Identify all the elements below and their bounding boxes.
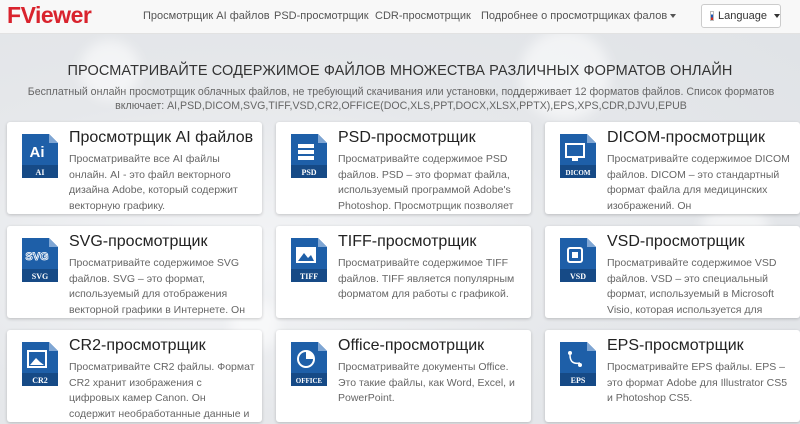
card-title[interactable]: DICOM-просмотрщик [607, 129, 765, 147]
top-navbar: FViewer Просмотрщик AI файлов PSD-просмо… [0, 0, 800, 34]
svg-text:SVG: SVG [25, 251, 48, 263]
viewer-card[interactable]: PSD PSD-просмотрщик Просматривайте содер… [276, 122, 531, 214]
caret-down-icon [774, 14, 780, 18]
dicom-file-icon[interactable]: DICOM [557, 132, 599, 180]
viewer-card[interactable]: TIFF TIFF-просмотрщик Просматривайте сод… [276, 226, 531, 318]
card-description: Просматривайте содержимое VSD файлов. VS… [607, 257, 777, 316]
nav-link-cdr-viewer[interactable]: CDR-просмотрщик [375, 10, 471, 22]
russian-flag-icon [710, 11, 715, 21]
svg-text:Ai: Ai [30, 144, 45, 161]
svg-text:TIFF: TIFF [300, 272, 318, 281]
cr2-file-icon[interactable]: CR2 [19, 340, 61, 388]
svg-text:SVG: SVG [32, 272, 48, 281]
card-description: Просматривайте EPS файлы. EPS – это форм… [607, 361, 788, 404]
svg-text:AI: AI [36, 168, 45, 177]
viewer-card[interactable]: EPS EPS-просмотрщик Просматривайте EPS ф… [545, 330, 800, 422]
svg-text:PSD: PSD [301, 168, 316, 177]
viewer-card[interactable]: SVG SVG SVG-просмотрщик Просматривайте с… [7, 226, 262, 318]
psd-file-icon[interactable]: PSD [288, 132, 330, 180]
svg-text:OFFICE: OFFICE [296, 377, 323, 385]
svg-text:EPS: EPS [571, 376, 586, 385]
card-description: Просматривайте все AI файлы онлайн. AI -… [69, 153, 238, 212]
tiff-file-icon[interactable]: TIFF [288, 236, 330, 284]
nav-dropdown-more[interactable]: Подробнее о просмотрщиках фалов [481, 10, 677, 22]
viewer-card[interactable]: CR2 CR2-просмотрщик Просматривайте CR2 ф… [7, 330, 262, 422]
eps-file-icon[interactable]: EPS [557, 340, 599, 388]
svg-text:VSD: VSD [570, 272, 586, 281]
card-title[interactable]: PSD-просмотрщик [338, 129, 476, 147]
card-title[interactable]: TIFF-просмотрщик [338, 233, 476, 251]
language-label: Language [718, 10, 767, 22]
card-title[interactable]: VSD-просмотрщик [607, 233, 745, 251]
page-headline: ПРОСМАТРИВАЙТЕ СОДЕРЖИМОЕ ФАЙЛОВ МНОЖЕСТ… [67, 63, 733, 79]
page-description: Бесплатный онлайн просмотрщик облачных ф… [27, 86, 775, 112]
logo[interactable]: FViewer [7, 2, 92, 29]
card-title[interactable]: Office-просмотрщик [338, 337, 484, 355]
card-description: Просматривайте содержимое DICOM файлов. … [607, 153, 790, 212]
viewer-card[interactable]: Ai AI Просмотрщик AI файлов Просматривай… [7, 122, 262, 214]
office-file-icon[interactable]: OFFICE [288, 340, 330, 388]
viewer-card[interactable]: OFFICE Office-просмотрщик Просматривайте… [276, 330, 531, 422]
card-description: Просматривайте содержимое TIFF файлов. T… [338, 257, 515, 300]
card-title[interactable]: Просмотрщик AI файлов [69, 129, 253, 147]
card-title[interactable]: EPS-просмотрщик [607, 337, 744, 355]
caret-down-icon [670, 14, 677, 19]
viewer-card[interactable]: VSD VSD-просмотрщик Просматривайте содер… [545, 226, 800, 318]
card-description: Просматривайте документы Office. Это так… [338, 361, 515, 404]
viewer-card[interactable]: DICOM DICOM-просмотрщик Просматривайте с… [545, 122, 800, 214]
svg-file-icon[interactable]: SVG SVG [19, 236, 61, 284]
card-description: Просматривайте содержимое PSD файлов. PS… [338, 153, 514, 212]
card-description: Просматривайте CR2 файлы. Формат CR2 хра… [69, 361, 255, 420]
nav-dropdown-label: Подробнее о просмотрщиках фалов [481, 10, 668, 22]
svg-text:DICOM: DICOM [566, 169, 591, 177]
svg-text:CR2: CR2 [32, 376, 48, 385]
nav-link-psd-viewer[interactable]: PSD-просмотрщик [274, 10, 369, 22]
nav-link-ai-viewer[interactable]: Просмотрщик AI файлов [143, 10, 270, 22]
card-title[interactable]: CR2-просмотрщик [69, 337, 206, 355]
ai-file-icon[interactable]: Ai AI [19, 132, 61, 180]
vsd-file-icon[interactable]: VSD [557, 236, 599, 284]
language-button[interactable]: Language [701, 4, 781, 28]
card-description: Просматривайте содержимое SVG файлов. SV… [69, 257, 246, 316]
card-title[interactable]: SVG-просмотрщик [69, 233, 207, 251]
